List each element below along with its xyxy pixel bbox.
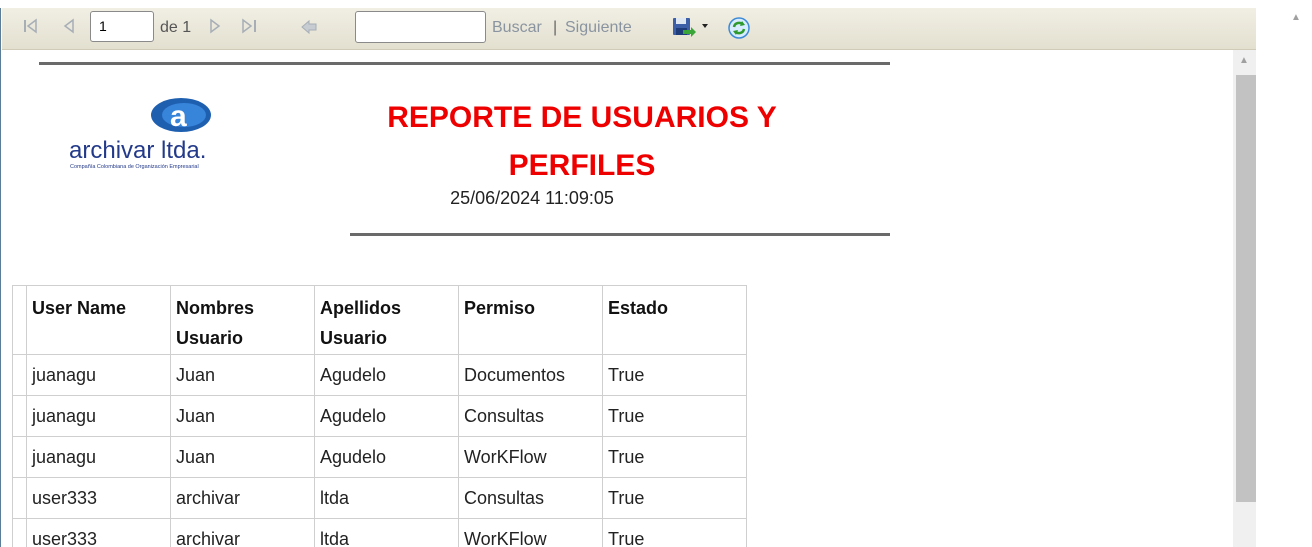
table-row: juanagu Juan Agudelo Documentos True: [12, 354, 747, 396]
page-number-input[interactable]: 1: [90, 11, 154, 42]
cell-apellidos: Agudelo: [314, 354, 459, 396]
cell-permiso: WorKFlow: [458, 436, 603, 478]
column-header-apellidos: Apellidos Usuario: [314, 285, 459, 355]
row-edge: [12, 518, 27, 547]
table-header-row: User Name Nombres Usuario Apellidos Usua…: [12, 285, 747, 355]
cell-user-name: user333: [26, 477, 171, 519]
row-edge: [12, 285, 27, 355]
header-rule-bottom: [350, 233, 890, 236]
row-edge: [12, 477, 27, 519]
search-input[interactable]: [355, 11, 486, 43]
column-header-user-name: User Name: [26, 285, 171, 355]
cell-permiso: Documentos: [458, 354, 603, 396]
cell-nombres: archivar: [170, 477, 315, 519]
cell-user-name: juanagu: [26, 354, 171, 396]
table-row: user333 archivar ltda Consultas True: [12, 477, 747, 519]
header-rule-top: [39, 62, 890, 65]
table-row: juanagu Juan Agudelo Consultas True: [12, 395, 747, 437]
back-icon[interactable]: [300, 18, 318, 40]
report-body: a archivar ltda. Compañía Colombiana de …: [2, 50, 1232, 547]
cell-permiso: Consultas: [458, 395, 603, 437]
cell-user-name: user333: [26, 518, 171, 547]
cell-apellidos: Agudelo: [314, 395, 459, 437]
row-edge: [12, 354, 27, 396]
find-next-link[interactable]: Siguiente: [565, 19, 632, 37]
find-link[interactable]: Buscar: [492, 19, 542, 37]
report-toolbar: 1 de 1 Buscar | Siguiente: [2, 8, 1257, 50]
save-export-icon[interactable]: [671, 16, 709, 43]
report-title: REPORTE DE USUARIOS Y PERFILES: [387, 101, 777, 182]
users-profiles-table: User Name Nombres Usuario Apellidos Usua…: [12, 285, 747, 547]
refresh-icon[interactable]: [727, 16, 751, 45]
link-separator: |: [553, 19, 558, 36]
cell-permiso: WorKFlow: [458, 518, 603, 547]
cell-permiso: Consultas: [458, 477, 603, 519]
company-logo: a archivar ltda. Compañía Colombiana de …: [66, 95, 272, 170]
report-scroll-thumb[interactable]: [1236, 75, 1256, 502]
cell-nombres: archivar: [170, 518, 315, 547]
cell-nombres: Juan: [170, 354, 315, 396]
scroll-up-arrow-icon[interactable]: ▲: [1239, 55, 1249, 66]
cell-nombres: Juan: [170, 436, 315, 478]
report-date: 25/06/2024 11:09:05: [450, 188, 614, 208]
page-scroll-up-arrow-icon[interactable]: ▲: [1291, 12, 1301, 23]
column-header-estado: Estado: [602, 285, 747, 355]
svg-text:a: a: [170, 100, 187, 133]
next-page-icon[interactable]: [208, 17, 222, 39]
previous-page-icon[interactable]: [62, 17, 76, 39]
column-header-nombres: Nombres Usuario: [170, 285, 315, 355]
cell-estado: True: [602, 477, 747, 519]
table-row: juanagu Juan Agudelo WorKFlow True: [12, 436, 747, 478]
svg-text:archivar ltda.: archivar ltda.: [69, 137, 206, 164]
cell-estado: True: [602, 395, 747, 437]
row-edge: [12, 436, 27, 478]
report-vertical-scrollbar[interactable]: ▲: [1233, 50, 1257, 547]
cell-estado: True: [602, 354, 747, 396]
last-page-icon[interactable]: [240, 17, 260, 39]
page-count-label: de 1: [160, 19, 192, 36]
first-page-icon[interactable]: [22, 17, 40, 39]
svg-text:Compañía Colombiana de Organiz: Compañía Colombiana de Organización Empr…: [70, 164, 199, 169]
cell-user-name: juanagu: [26, 436, 171, 478]
cell-apellidos: ltda: [314, 477, 459, 519]
cell-apellidos: Agudelo: [314, 436, 459, 478]
table-row: user333 archivar ltda WorKFlow True: [12, 518, 747, 547]
page-vertical-scrollbar[interactable]: ▲: [1256, 0, 1312, 547]
cell-estado: True: [602, 518, 747, 547]
report-viewer: 1 de 1 Buscar | Siguiente a archivar ltd…: [0, 8, 1257, 547]
cell-user-name: juanagu: [26, 395, 171, 437]
column-header-permiso: Permiso: [458, 285, 603, 355]
row-edge: [12, 395, 27, 437]
cell-apellidos: ltda: [314, 518, 459, 547]
cell-nombres: Juan: [170, 395, 315, 437]
cell-estado: True: [602, 436, 747, 478]
